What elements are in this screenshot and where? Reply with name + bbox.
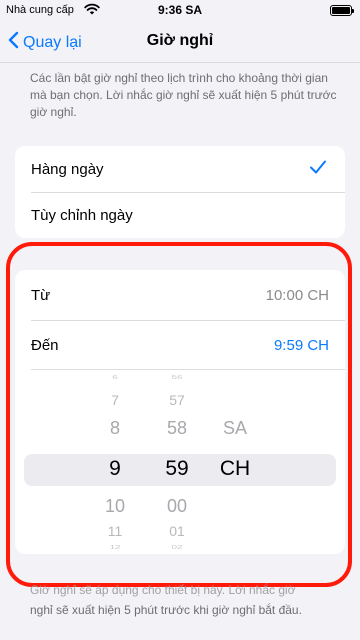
checkmark-icon [309, 159, 327, 179]
status-bar: Nhà cung cấp 9:36 SA [0, 0, 360, 22]
footer-note: Giờ nghỉ sẽ áp dụng cho thiết bị này. Lờ… [30, 580, 340, 620]
footer-line-1: Giờ nghỉ sẽ áp dụng cho thiết bị này. Lờ… [30, 583, 296, 597]
option-label: Hàng ngày [31, 160, 104, 178]
battery-icon [330, 5, 354, 16]
option-label: Tùy chỉnh ngày [31, 206, 133, 224]
navigation-bar: Quay lại Giờ nghỉ [0, 22, 360, 63]
option-custom-days[interactable]: Tùy chỉnh ngày [15, 192, 345, 238]
page-title: Giờ nghỉ [146, 32, 214, 49]
highlight-outline [6, 242, 352, 587]
footer-line-2: nghỉ sẽ xuất hiện 5 phút trước khi giờ n… [30, 603, 302, 617]
description-text: Các lần bật giờ nghỉ theo lịch trình cho… [30, 71, 337, 119]
option-every-day[interactable]: Hàng ngày [15, 146, 345, 192]
status-time: 9:36 SA [157, 3, 203, 17]
schedule-options-card: Hàng ngày Tùy chỉnh ngày [15, 146, 345, 238]
